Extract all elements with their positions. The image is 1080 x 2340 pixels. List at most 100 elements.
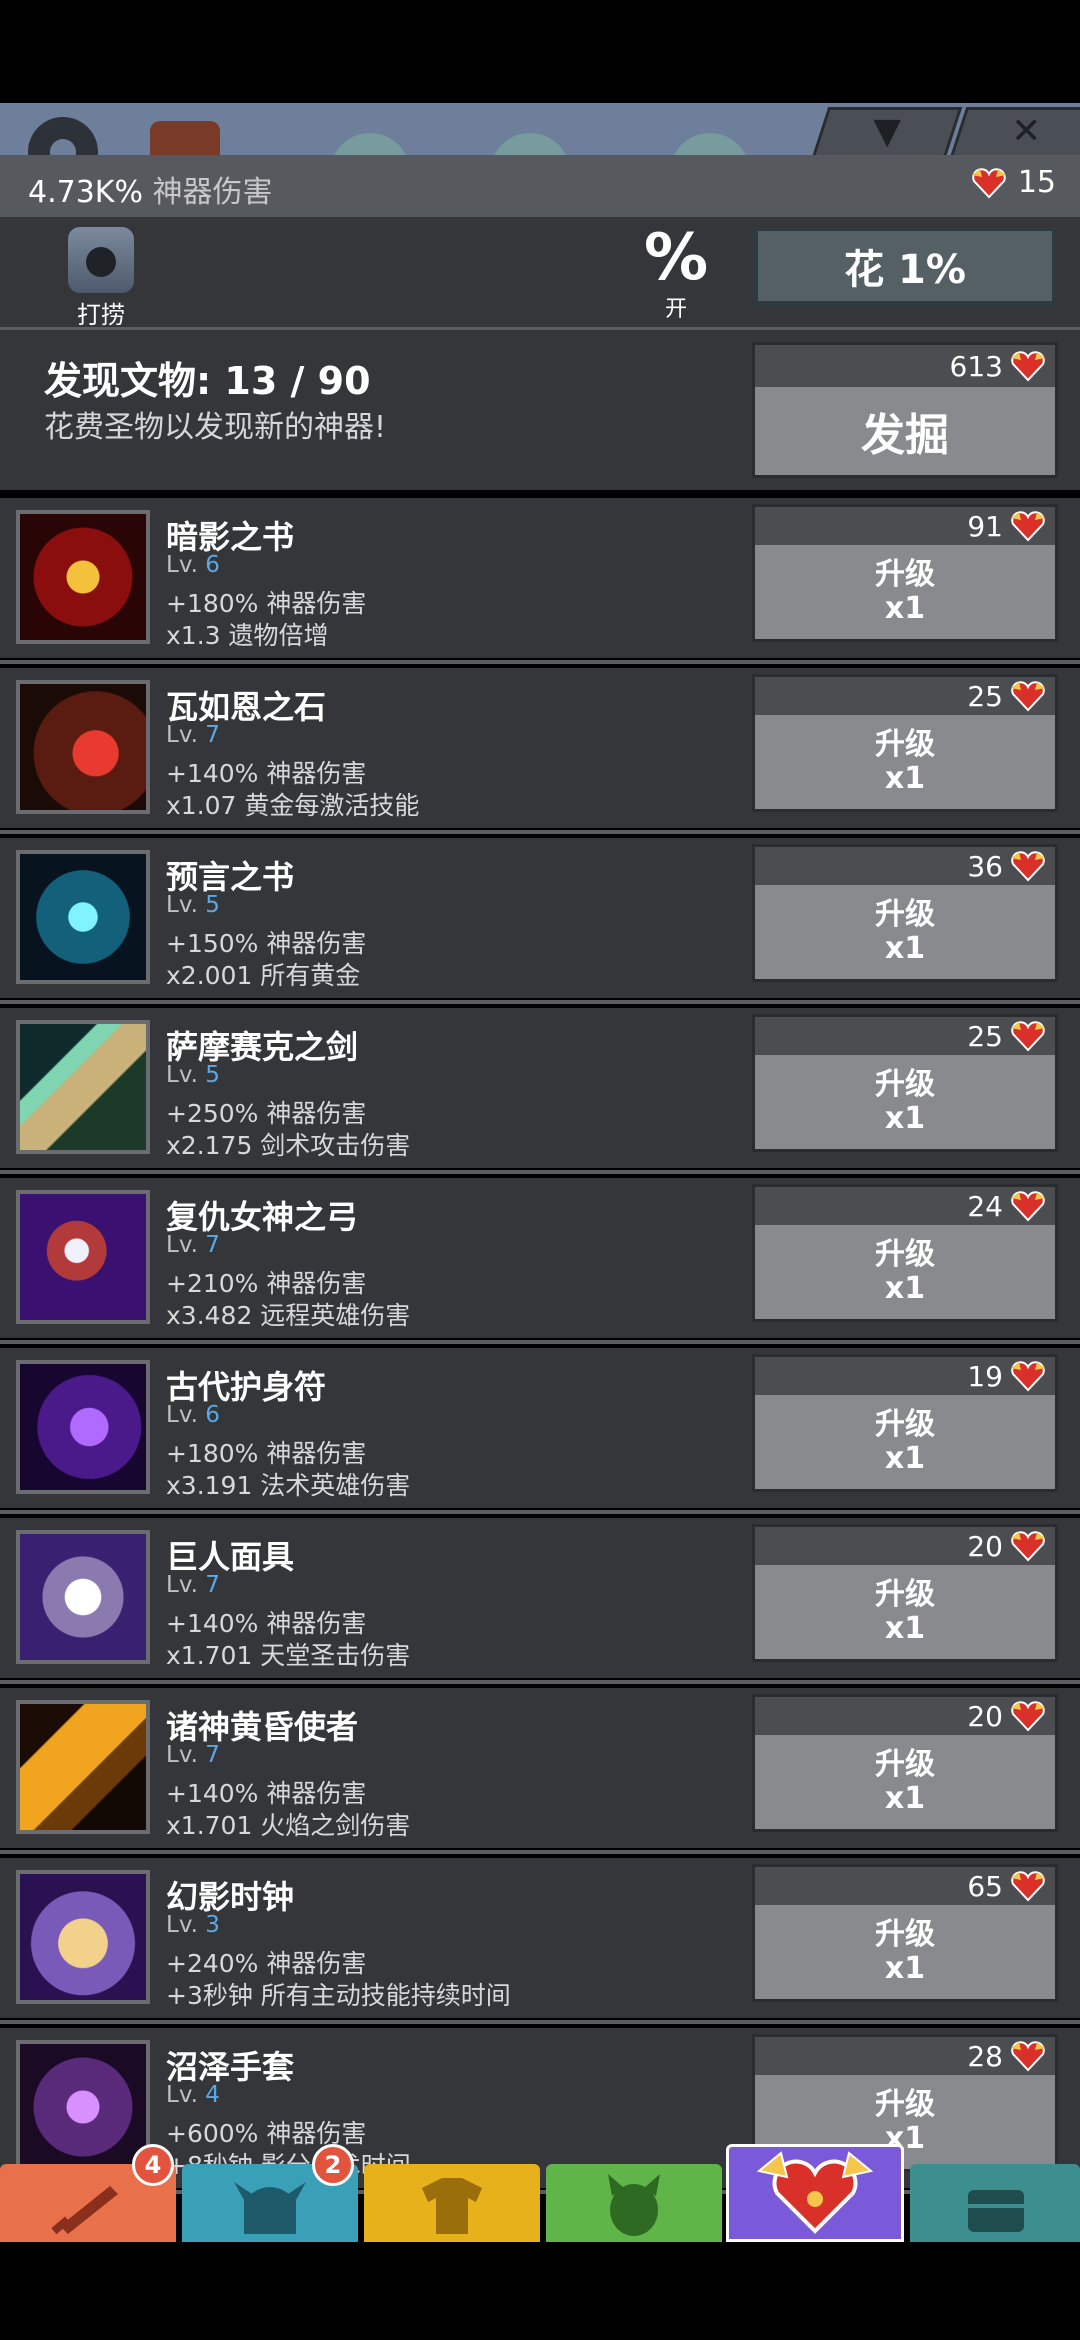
spend-percent-button[interactable]: 花 1% xyxy=(754,227,1056,305)
divider xyxy=(0,830,1080,834)
book-of-prophecy-icon[interactable] xyxy=(16,850,150,984)
cost-value: 19 xyxy=(967,1359,1003,1393)
sword-icon[interactable] xyxy=(16,1020,150,1154)
upgrade-button[interactable]: 91 升级 x1 xyxy=(752,504,1058,642)
clan-helmet-icon[interactable] xyxy=(150,121,220,155)
level-value: 7 xyxy=(205,722,220,748)
salvage-label: 打捞 xyxy=(77,301,125,329)
panel-window-controls: ▼ ✕ xyxy=(780,103,1080,158)
artifact-level: Lv. 5 xyxy=(166,892,220,918)
level-prefix: Lv. xyxy=(166,1402,198,1428)
nav-tab-shop[interactable] xyxy=(910,2164,1080,2242)
gauntlet-icon[interactable] xyxy=(16,2040,150,2174)
discover-button[interactable]: 613 发掘 xyxy=(752,342,1058,478)
nav-tab-sword-master[interactable]: 4 xyxy=(0,2144,176,2242)
upgrade-label: 升级 x1 xyxy=(755,1735,1055,1829)
damage-value: 4.73K% xyxy=(28,175,143,210)
artifact-effect-primary: +140% 神器伤害 xyxy=(166,1779,367,1808)
clock-icon[interactable] xyxy=(16,1870,150,2004)
upgrade-button[interactable]: 65 升级 x1 xyxy=(752,1864,1058,2002)
close-panel-button[interactable]: ✕ xyxy=(949,107,1080,158)
artifact-effect-primary: +140% 神器伤害 xyxy=(166,1609,367,1638)
upgrade-cost: 25 xyxy=(755,1017,1055,1055)
mask-icon[interactable] xyxy=(16,1530,150,1664)
scene-bubble xyxy=(670,133,750,155)
hammer-icon[interactable] xyxy=(16,1700,150,1834)
upgrade-cost: 25 xyxy=(755,677,1055,715)
artifact-row: 萨摩赛克之剑 Lv. 5 +250% 神器伤害 x2.175 剑术攻击伤害 25 升级 x1 xyxy=(0,1008,1080,1168)
book-of-shadows-icon[interactable] xyxy=(16,510,150,644)
nav-tab-pets[interactable] xyxy=(546,2164,722,2242)
artifact-row: 古代护身符 Lv. 6 +180% 神器伤害 x3.191 法术英雄伤害 19 升级 x1 xyxy=(0,1348,1080,1508)
upgrade-text: 升级 xyxy=(875,1917,935,1952)
relic-heart-icon xyxy=(970,167,1008,199)
upgrade-label: 升级 x1 xyxy=(755,1395,1055,1489)
upgrade-button[interactable]: 24 升级 x1 xyxy=(752,1184,1058,1322)
chest-icon xyxy=(968,2190,1024,2232)
upgrade-text: 升级 xyxy=(875,2087,935,2122)
upgrade-button[interactable]: 25 升级 x1 xyxy=(752,674,1058,812)
percent-symbol: % xyxy=(643,221,709,295)
divider xyxy=(0,1850,1080,1854)
upgrade-text: 升级 xyxy=(875,557,935,592)
nav-tab-equipment[interactable] xyxy=(364,2164,540,2242)
cost-value: 25 xyxy=(967,679,1003,713)
upgrade-button[interactable]: 36 升级 x1 xyxy=(752,844,1058,982)
relic-heart-icon xyxy=(1009,680,1047,712)
upgrade-button[interactable]: 19 升级 x1 xyxy=(752,1354,1058,1492)
upgrade-multiplier: x1 xyxy=(884,1951,926,1986)
artifact-effect-secondary: x1.701 火焰之剑伤害 xyxy=(166,1811,411,1840)
upgrade-cost: 91 xyxy=(755,507,1055,545)
upgrade-label: 升级 x1 xyxy=(755,715,1055,809)
system-nav-area xyxy=(0,2242,1080,2340)
amulet-icon[interactable] xyxy=(16,1360,150,1494)
level-prefix: Lv. xyxy=(166,552,198,578)
upgrade-multiplier: x1 xyxy=(884,1271,926,1306)
artifact-level: Lv. 4 xyxy=(166,2082,220,2108)
relic-heart-icon xyxy=(1009,1530,1047,1562)
settings-gear-icon[interactable] xyxy=(28,117,98,155)
divider xyxy=(0,1680,1080,1684)
salvage-icon xyxy=(68,227,134,293)
artifact-row: 巨人面具 Lv. 7 +140% 神器伤害 x1.701 天堂圣击伤害 20 升级 x1 xyxy=(0,1518,1080,1678)
close-icon: ✕ xyxy=(1011,111,1042,152)
relic-count: 15 xyxy=(1017,165,1056,200)
notification-badge: 2 xyxy=(312,2144,354,2186)
artifact-effect-primary: +150% 神器伤害 xyxy=(166,929,367,958)
cost-value: 28 xyxy=(967,2039,1003,2073)
upgrade-cost: 24 xyxy=(755,1187,1055,1225)
bow-icon[interactable] xyxy=(16,1190,150,1324)
status-bar-area xyxy=(0,0,1080,103)
percent-toggle[interactable]: % 开 xyxy=(640,225,712,323)
divider xyxy=(0,1000,1080,1004)
upgrade-text: 升级 xyxy=(875,897,935,932)
relic-heart-icon xyxy=(1009,1870,1047,1902)
relic-heart-icon xyxy=(1009,350,1047,382)
artifact-effect-secondary: x1.701 天堂圣击伤害 xyxy=(166,1641,411,1670)
upgrade-text: 升级 xyxy=(875,1577,935,1612)
collapse-panel-button[interactable]: ▼ xyxy=(811,107,963,158)
stone-icon[interactable] xyxy=(16,680,150,814)
level-prefix: Lv. xyxy=(166,1232,198,1258)
nav-tab-heroes[interactable]: 2 xyxy=(182,2144,358,2242)
upgrade-text: 升级 xyxy=(875,1747,935,1782)
upgrade-multiplier: x1 xyxy=(884,591,926,626)
upgrade-button[interactable]: 25 升级 x1 xyxy=(752,1014,1058,1152)
nav-tab-artifacts[interactable] xyxy=(726,2144,904,2242)
upgrade-multiplier: x1 xyxy=(884,1781,926,1816)
upgrade-multiplier: x1 xyxy=(884,1611,926,1646)
upgrade-button[interactable]: 20 升级 x1 xyxy=(752,1694,1058,1832)
level-value: 3 xyxy=(205,1912,220,1938)
salvage-button[interactable]: 打捞 xyxy=(62,227,140,330)
upgrade-text: 升级 xyxy=(875,1407,935,1442)
upgrade-label: 升级 x1 xyxy=(755,1905,1055,1999)
artifact-level: Lv. 3 xyxy=(166,1912,220,1938)
chevron-down-icon: ▼ xyxy=(873,111,902,152)
divider xyxy=(0,2020,1080,2024)
relic-heart-icon xyxy=(1009,2040,1047,2072)
artifact-effect-primary: +210% 神器伤害 xyxy=(166,1269,367,1298)
upgrade-button[interactable]: 20 升级 x1 xyxy=(752,1524,1058,1662)
level-value: 7 xyxy=(205,1572,220,1598)
artifact-effect-secondary: x3.482 远程英雄伤害 xyxy=(166,1301,411,1330)
divider xyxy=(0,1340,1080,1344)
